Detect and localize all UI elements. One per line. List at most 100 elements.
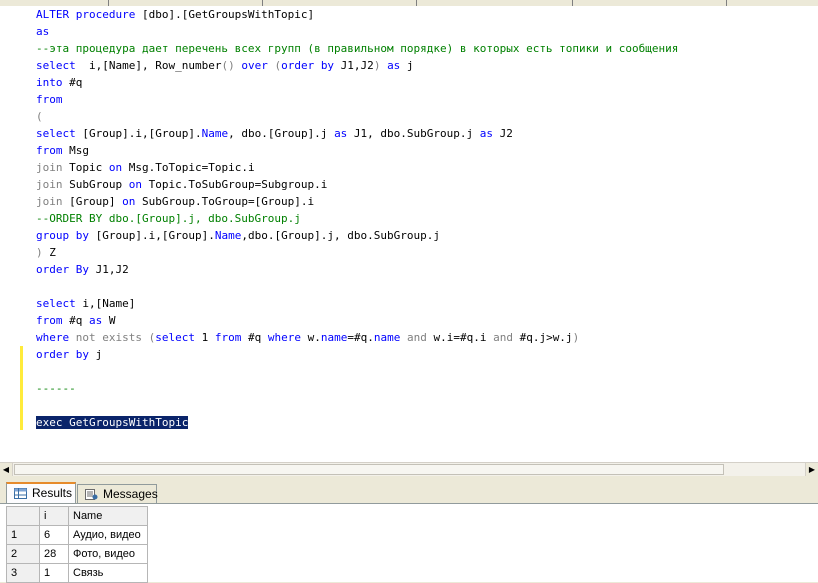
- code-line[interactable]: select [Group].i,[Group].Name, dbo.[Grou…: [36, 125, 678, 142]
- code-line[interactable]: group by [Group].i,[Group].Name,dbo.[Gro…: [36, 227, 678, 244]
- results-tab-strip: Results Messages: [0, 482, 818, 504]
- scrollbar-thumb[interactable]: [14, 464, 724, 475]
- code-line[interactable]: where not exists (select 1 from #q where…: [36, 329, 678, 346]
- code-token: Z: [42, 246, 56, 259]
- code-line[interactable]: select i,[Name], Row_number() over (orde…: [36, 57, 678, 74]
- code-token: not exists (: [69, 331, 156, 344]
- row-number[interactable]: 3: [6, 563, 40, 583]
- cell-i[interactable]: 6: [39, 525, 69, 545]
- column-header-i[interactable]: i: [39, 506, 69, 526]
- code-token: W: [102, 314, 116, 327]
- cell-name[interactable]: Связь: [68, 563, 148, 583]
- code-line[interactable]: join SubGroup on Topic.ToSubGroup=Subgro…: [36, 176, 678, 193]
- code-token: group by: [36, 229, 89, 242]
- scroll-left-arrow-icon[interactable]: ◀: [0, 463, 13, 476]
- code-token: as: [89, 314, 103, 327]
- code-lines[interactable]: ALTER procedure [dbo].[GetGroupsWithTopi…: [36, 6, 678, 431]
- code-token: i,[Name]: [75, 297, 136, 310]
- code-line[interactable]: ) Z: [36, 244, 678, 261]
- change-indicator-bar: [20, 346, 23, 430]
- code-line[interactable]: order By J1,J2: [36, 261, 678, 278]
- code-token: #q.j>w.j: [512, 331, 573, 344]
- code-token: join: [36, 178, 63, 191]
- grid-icon: [14, 488, 27, 499]
- code-token: j: [400, 59, 414, 72]
- table-row[interactable]: 2 28 Фото, видео: [6, 544, 148, 564]
- horizontal-scrollbar[interactable]: ◀ ▶: [0, 462, 818, 476]
- messages-icon: [85, 489, 98, 500]
- results-grid[interactable]: i Name 1 6 Аудио, видео 2 28 Фото, видео…: [6, 506, 148, 583]
- code-token: #q: [62, 314, 89, 327]
- code-token: [Group]: [62, 195, 123, 208]
- code-token: and: [493, 331, 513, 344]
- code-token: name: [373, 331, 401, 344]
- code-line[interactable]: ------: [36, 380, 678, 397]
- code-token: as: [387, 59, 401, 72]
- code-line[interactable]: [36, 363, 678, 380]
- grid-header-row: i Name: [6, 506, 148, 526]
- code-token: Topic.ToSubGroup=Subgroup.i: [141, 178, 328, 191]
- code-token: select: [155, 331, 195, 344]
- code-token: order By: [36, 263, 89, 276]
- code-token: w.: [300, 331, 321, 344]
- cell-name[interactable]: Аудио, видео: [68, 525, 148, 545]
- code-token: as: [334, 127, 348, 140]
- code-line[interactable]: [36, 397, 678, 414]
- code-token: Topic: [62, 161, 109, 174]
- code-token: J1,J2: [88, 263, 129, 276]
- cell-i[interactable]: 28: [39, 544, 69, 564]
- code-token: ): [572, 331, 580, 344]
- column-header-name[interactable]: Name: [68, 506, 148, 526]
- grid-corner-cell[interactable]: [6, 506, 40, 526]
- row-number[interactable]: 2: [6, 544, 40, 564]
- code-token: (: [267, 59, 282, 72]
- code-line[interactable]: join Topic on Msg.ToTopic=Topic.i: [36, 159, 678, 176]
- code-token: from: [36, 314, 63, 327]
- code-line[interactable]: from: [36, 91, 678, 108]
- code-line[interactable]: join [Group] on SubGroup.ToGroup=[Group]…: [36, 193, 678, 210]
- code-token: , dbo.[Group].j: [228, 127, 335, 140]
- cell-i[interactable]: 1: [39, 563, 69, 583]
- code-line[interactable]: [36, 278, 678, 295]
- code-token: where: [267, 331, 301, 344]
- code-token: J2: [493, 127, 513, 140]
- code-token: ): [36, 246, 43, 259]
- code-token: ------: [36, 382, 76, 395]
- code-token: [Group].i,[Group].: [88, 229, 215, 242]
- table-row[interactable]: 1 6 Аудио, видео: [6, 525, 148, 545]
- code-token: from: [214, 331, 242, 344]
- code-token: as: [479, 127, 494, 140]
- code-line[interactable]: exec GetGroupsWithTopic: [36, 414, 678, 431]
- code-token: order by: [281, 59, 335, 72]
- scroll-right-arrow-icon[interactable]: ▶: [805, 463, 818, 476]
- code-line[interactable]: select i,[Name]: [36, 295, 678, 312]
- code-line[interactable]: --ORDER BY dbo.[Group].j, dbo.SubGroup.j: [36, 210, 678, 227]
- table-row[interactable]: 3 1 Связь: [6, 563, 148, 583]
- code-line[interactable]: as: [36, 23, 678, 40]
- code-token: --ORDER BY dbo.[Group].j, dbo.SubGroup.j: [36, 212, 301, 225]
- code-line[interactable]: from Msg: [36, 142, 678, 159]
- tab-messages[interactable]: Messages: [77, 484, 158, 503]
- query-editor[interactable]: ALTER procedure [dbo].[GetGroupsWithTopi…: [0, 6, 818, 462]
- code-token: join: [36, 161, 63, 174]
- code-line[interactable]: order by j: [36, 346, 678, 363]
- code-line[interactable]: (: [36, 108, 678, 125]
- code-token: #q: [241, 331, 268, 344]
- code-token: on: [128, 178, 142, 191]
- code-line[interactable]: from #q as W: [36, 312, 678, 329]
- code-line[interactable]: ALTER procedure [dbo].[GetGroupsWithTopi…: [36, 6, 678, 23]
- code-token: J1, dbo.SubGroup.j: [347, 127, 480, 140]
- tab-results[interactable]: Results: [6, 482, 76, 504]
- code-line[interactable]: into #q: [36, 74, 678, 91]
- cell-name[interactable]: Фото, видео: [68, 544, 148, 564]
- results-grid-panel[interactable]: i Name 1 6 Аудио, видео 2 28 Фото, видео…: [0, 503, 818, 583]
- code-token: J1,J2: [334, 59, 374, 72]
- row-number[interactable]: 1: [6, 525, 40, 545]
- tab-results-label: Results: [32, 486, 73, 500]
- code-token: on: [122, 195, 136, 208]
- code-token: [dbo].[GetGroupsWithTopic]: [141, 8, 315, 21]
- results-pane: Results Messages i Name 1 6 Аудио, видео…: [0, 476, 818, 583]
- code-line[interactable]: --эта процедура дает перечень всех групп…: [36, 40, 678, 57]
- code-token: as: [36, 25, 50, 38]
